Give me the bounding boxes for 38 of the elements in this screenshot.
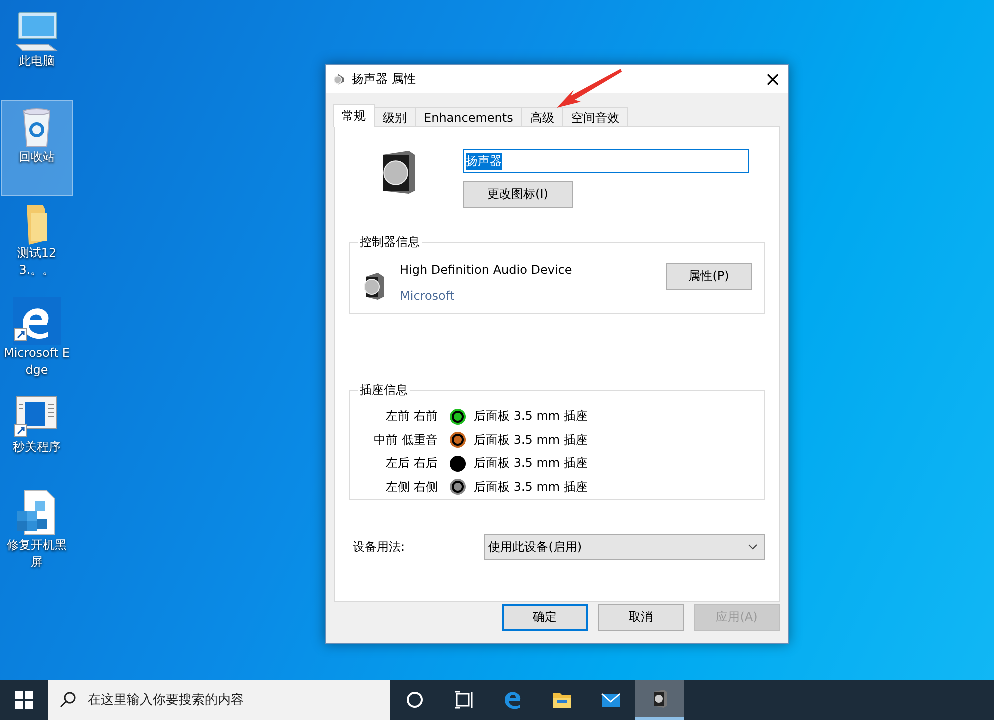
tab[interactable]: 空间音效 bbox=[562, 107, 628, 127]
channel-label: 左侧 右侧 bbox=[385, 478, 438, 496]
close-button[interactable]: × bbox=[758, 65, 788, 93]
search-placeholder: 在这里输入你要搜索的内容 bbox=[88, 692, 244, 709]
icon-label: 秒关程序 bbox=[12, 439, 62, 456]
dialog-button[interactable]: 确定 bbox=[502, 604, 588, 631]
channel-label: 中前 低重音 bbox=[373, 432, 438, 449]
tab[interactable]: 常规 bbox=[333, 104, 375, 127]
field-label: 设备用法: bbox=[352, 538, 406, 556]
desktop-icon[interactable]: 秒关程序 bbox=[1, 388, 73, 484]
channel-label: 左前 右前 bbox=[385, 408, 438, 426]
jack-description: 后面板 3.5 mm 插座 bbox=[474, 408, 588, 426]
icon-label: Microsoft Edge bbox=[2, 345, 71, 379]
group-title: 控制器信息 bbox=[359, 234, 421, 251]
icon-label: 修复开机黑屏 bbox=[6, 537, 68, 571]
dialog-button[interactable]: 取消 bbox=[598, 604, 684, 631]
icon-label: 此电脑 bbox=[18, 53, 56, 70]
channel-label: 左后 右后 bbox=[385, 455, 438, 472]
desktop-icon[interactable]: 修复开机黑屏 bbox=[1, 484, 73, 580]
jack-description: 后面板 3.5 mm 插座 bbox=[474, 455, 588, 472]
jack-description: 后面板 3.5 mm 插座 bbox=[474, 478, 588, 496]
group-title: 插座信息 bbox=[359, 382, 409, 399]
window-title: 扬声器 属性 bbox=[352, 70, 417, 88]
icon-label: 测试123.。。 bbox=[16, 245, 58, 279]
jack-description: 后面板 3.5 mm 插座 bbox=[474, 432, 588, 449]
device-name: High Definition Audio Device bbox=[400, 263, 574, 277]
change-icon-button[interactable]: 更改图标(I) bbox=[463, 181, 573, 208]
tab[interactable]: 级别 bbox=[374, 107, 416, 127]
name-field[interactable]: 扬声器 bbox=[463, 149, 749, 173]
search-field[interactable]: 在这里输入你要搜索的内容 bbox=[48, 680, 390, 720]
desktop-icon[interactable]: Microsoft Edge bbox=[1, 292, 73, 388]
properties-button[interactable]: 属性(P) bbox=[666, 263, 752, 290]
icon-label: 回收站 bbox=[18, 149, 56, 166]
selected-text: 扬声器 bbox=[466, 152, 502, 170]
desktop-icon[interactable]: 测试123.。。 bbox=[1, 196, 73, 292]
desktop-icon[interactable]: 此电脑 bbox=[1, 4, 73, 100]
device-usage-dropdown[interactable]: 使用此设备(启用) bbox=[484, 534, 765, 560]
vendor-name: Microsoft bbox=[400, 289, 456, 303]
